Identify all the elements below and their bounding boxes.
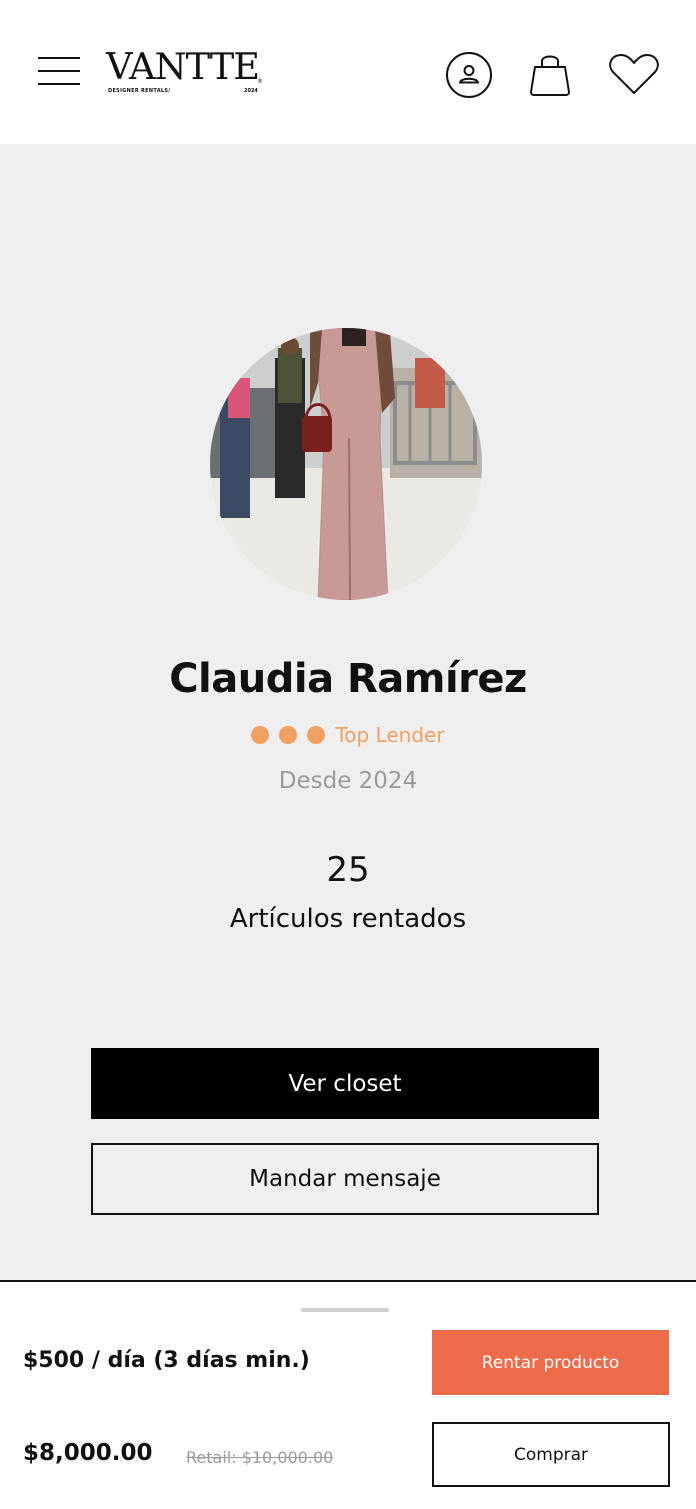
- rating-dot-icon: [251, 726, 270, 744]
- rented-count: 25: [326, 850, 370, 890]
- logo-year: 2024: [244, 88, 258, 94]
- rent-price: $500 / día (3 días min.): [23, 1348, 310, 1373]
- purchase-sheet: $500 / día (3 días min.) $8,000.00 Retai…: [0, 1280, 696, 1509]
- shopping-bag-icon[interactable]: [529, 51, 571, 97]
- retail-price: Retail: $10,000.00: [186, 1448, 334, 1467]
- member-since: Desde 2024: [278, 768, 418, 794]
- menu-icon[interactable]: [38, 56, 80, 88]
- logo-registered-mark: ®: [257, 78, 263, 85]
- top-lender-badge: Top Lender: [0, 722, 696, 748]
- badge-label: Top Lender: [335, 723, 445, 747]
- account-icon[interactable]: [445, 51, 493, 99]
- brand-logo[interactable]: VANTTE ® DESIGNER RENTALS/ 2024: [106, 50, 266, 98]
- view-closet-button[interactable]: Ver closet: [91, 1048, 599, 1119]
- logo-wordmark: VANTTE: [106, 47, 260, 88]
- lender-name: Claudia Ramírez: [169, 656, 527, 702]
- lender-profile-section: Claudia Ramírez Top Lender Desde 2024 25…: [0, 144, 696, 1280]
- logo-subtitle: DESIGNER RENTALS/: [108, 88, 171, 94]
- buy-price: $8,000.00: [23, 1440, 153, 1466]
- heart-icon[interactable]: [608, 52, 660, 96]
- avatar: [210, 328, 482, 600]
- rented-label: Artículos rentados: [229, 904, 467, 934]
- top-header: VANTTE ® DESIGNER RENTALS/ 2024: [0, 0, 696, 144]
- buy-button[interactable]: Comprar: [432, 1422, 670, 1487]
- rent-product-button[interactable]: Rentar producto: [432, 1330, 669, 1395]
- send-message-button[interactable]: Mandar mensaje: [91, 1143, 599, 1215]
- sheet-drag-handle[interactable]: [301, 1308, 389, 1312]
- rating-dot-icon: [279, 726, 298, 744]
- rating-dot-icon: [307, 726, 326, 744]
